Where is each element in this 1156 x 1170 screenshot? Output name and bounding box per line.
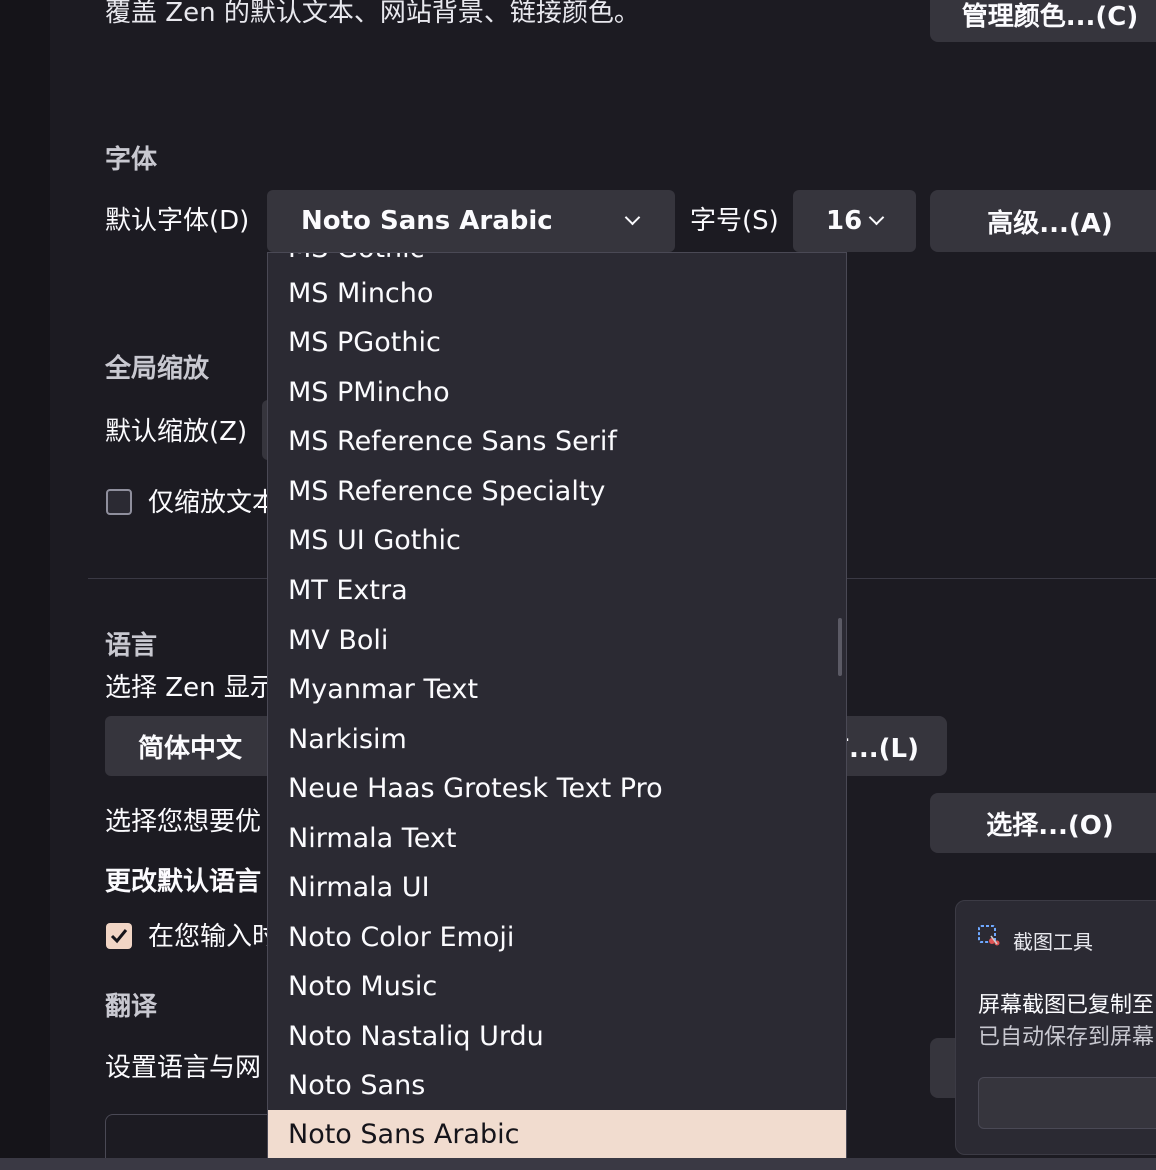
change-default-language-heading: 更改默认语言: [105, 867, 262, 897]
toast-line-1: 屏幕截图已复制至: [978, 993, 1155, 1018]
font-option[interactable]: Noto Nastaliq Urdu: [268, 1012, 846, 1062]
font-option[interactable]: Neue Haas Grotesk Text Pro: [268, 764, 846, 814]
zoom-text-only-label: 仅缩放文本: [148, 488, 279, 518]
zoom-heading: 全局缩放: [105, 354, 210, 384]
translation-intro: 设置语言与网: [105, 1053, 262, 1083]
language-intro: 选择 Zen 显示: [105, 673, 276, 703]
toast-line-2: 已自动保存到屏幕: [978, 1025, 1155, 1050]
font-option[interactable]: MS Reference Specialty: [268, 467, 846, 517]
font-option[interactable]: MS PGothic: [268, 318, 846, 368]
font-option[interactable]: MV Boli: [268, 616, 846, 666]
font-option[interactable]: Narkisim: [268, 715, 846, 765]
toast-app-name: 截图工具: [1013, 930, 1093, 954]
advanced-fonts-button[interactable]: 高级...(A): [930, 190, 1156, 252]
font-option[interactable]: MS UI Gothic: [268, 516, 846, 566]
font-option[interactable]: Nirmala UI: [268, 863, 846, 913]
colors-description: 覆盖 Zen 的默认文本、网站背景、链接颜色。: [105, 0, 640, 28]
toast-action-button[interactable]: [978, 1077, 1156, 1129]
font-option[interactable]: MS Mincho: [268, 269, 846, 319]
spellcheck-label: 在您输入时: [148, 922, 279, 952]
font-dropdown-list[interactable]: MS Gothic MS Mincho MS PGothic MS PMinch…: [267, 252, 847, 1162]
left-edge-strip: [0, 0, 50, 1170]
language-heading: 语言: [105, 631, 158, 661]
font-option[interactable]: MS PMincho: [268, 368, 846, 418]
spellcheck-checkbox[interactable]: [106, 923, 132, 949]
font-option[interactable]: Noto Sans: [268, 1061, 846, 1111]
font-option[interactable]: Nirmala Text: [268, 814, 846, 864]
language-select[interactable]: 简体中文: [105, 716, 280, 776]
translation-panel: [105, 1114, 275, 1164]
translation-heading: 翻译: [105, 992, 158, 1022]
language-value: 简体中文: [138, 733, 243, 764]
checkmark-icon: [110, 929, 128, 944]
zoom-text-only-checkbox[interactable]: [106, 489, 132, 515]
font-option[interactable]: MT Extra: [268, 566, 846, 616]
default-font-select[interactable]: Noto Sans Arabic: [267, 190, 675, 252]
chevron-down-icon: [868, 209, 885, 226]
default-font-value: Noto Sans Arabic: [301, 206, 553, 236]
snipping-tool-notification[interactable]: 截图工具 屏幕截图已复制至 已自动保存到屏幕: [955, 900, 1156, 1155]
font-option[interactable]: MS Reference Sans Serif: [268, 417, 846, 467]
dropdown-scrollbar-thumb[interactable]: [838, 618, 842, 676]
font-size-label: 字号(S): [690, 206, 779, 236]
font-size-value: 16: [826, 206, 863, 236]
font-option-selected[interactable]: Noto Sans Arabic: [268, 1110, 846, 1160]
manage-colors-button[interactable]: 管理颜色...(C): [930, 0, 1156, 42]
default-font-label: 默认字体(D): [105, 206, 250, 236]
font-option[interactable]: Noto Color Emoji: [268, 913, 846, 963]
bottom-edge-bar: [0, 1158, 1156, 1170]
preferred-languages-label: 选择您想要优: [105, 807, 262, 837]
snipping-tool-icon: [978, 925, 1000, 946]
default-zoom-label: 默认缩放(Z): [105, 417, 248, 447]
font-size-select[interactable]: 16: [793, 190, 916, 252]
choose-languages-button[interactable]: 选择...(O): [930, 793, 1156, 853]
font-option[interactable]: Noto Music: [268, 962, 846, 1012]
font-option[interactable]: Myanmar Text: [268, 665, 846, 715]
fonts-heading: 字体: [105, 145, 158, 175]
chevron-down-icon: [624, 209, 641, 226]
